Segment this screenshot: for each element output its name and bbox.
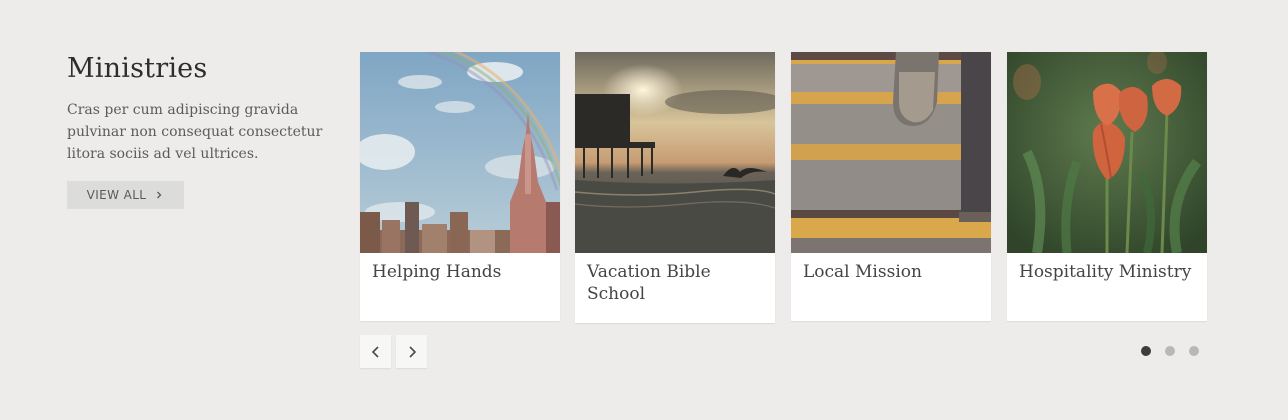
pagination-dot-3[interactable] [1189, 346, 1199, 356]
card-title: Vacation Bible School [587, 262, 711, 304]
pagination-dot-1[interactable] [1141, 346, 1151, 356]
ministries-intro: Ministries Cras per cum adipiscing gravi… [67, 52, 327, 209]
ministry-card-local-mission[interactable]: Local Mission [791, 52, 991, 321]
section-description: Cras per cum adipiscing gravida pulvinar… [67, 102, 323, 162]
chevron-right-icon [157, 191, 162, 199]
pagination-dot-2[interactable] [1165, 346, 1175, 356]
local-mission-image [791, 52, 991, 253]
carousel-next-button[interactable] [396, 335, 427, 368]
carousel-pagination [1141, 346, 1199, 356]
chevron-right-icon [408, 345, 416, 358]
ministry-card-hospitality-ministry[interactable]: Hospitality Ministry [1007, 52, 1207, 321]
ministries-section: Ministries Cras per cum adipiscing gravi… [0, 0, 1288, 420]
card-title: Helping Hands [372, 262, 502, 282]
ministry-card-helping-hands[interactable]: Helping Hands [360, 52, 560, 321]
hospitality-ministry-image [1007, 52, 1207, 253]
helping-hands-image [360, 52, 560, 253]
view-all-button[interactable]: VIEW ALL [67, 181, 184, 209]
ministry-card-vacation-bible-school[interactable]: Vacation Bible School [575, 52, 775, 323]
section-title: Ministries [67, 53, 208, 84]
card-title: Local Mission [803, 262, 922, 282]
chevron-left-icon [371, 345, 379, 358]
card-title: Hospitality Ministry [1019, 262, 1192, 282]
vacation-bible-school-image [575, 52, 775, 253]
view-all-label: VIEW ALL [86, 188, 147, 202]
carousel-prev-button[interactable] [360, 335, 391, 368]
